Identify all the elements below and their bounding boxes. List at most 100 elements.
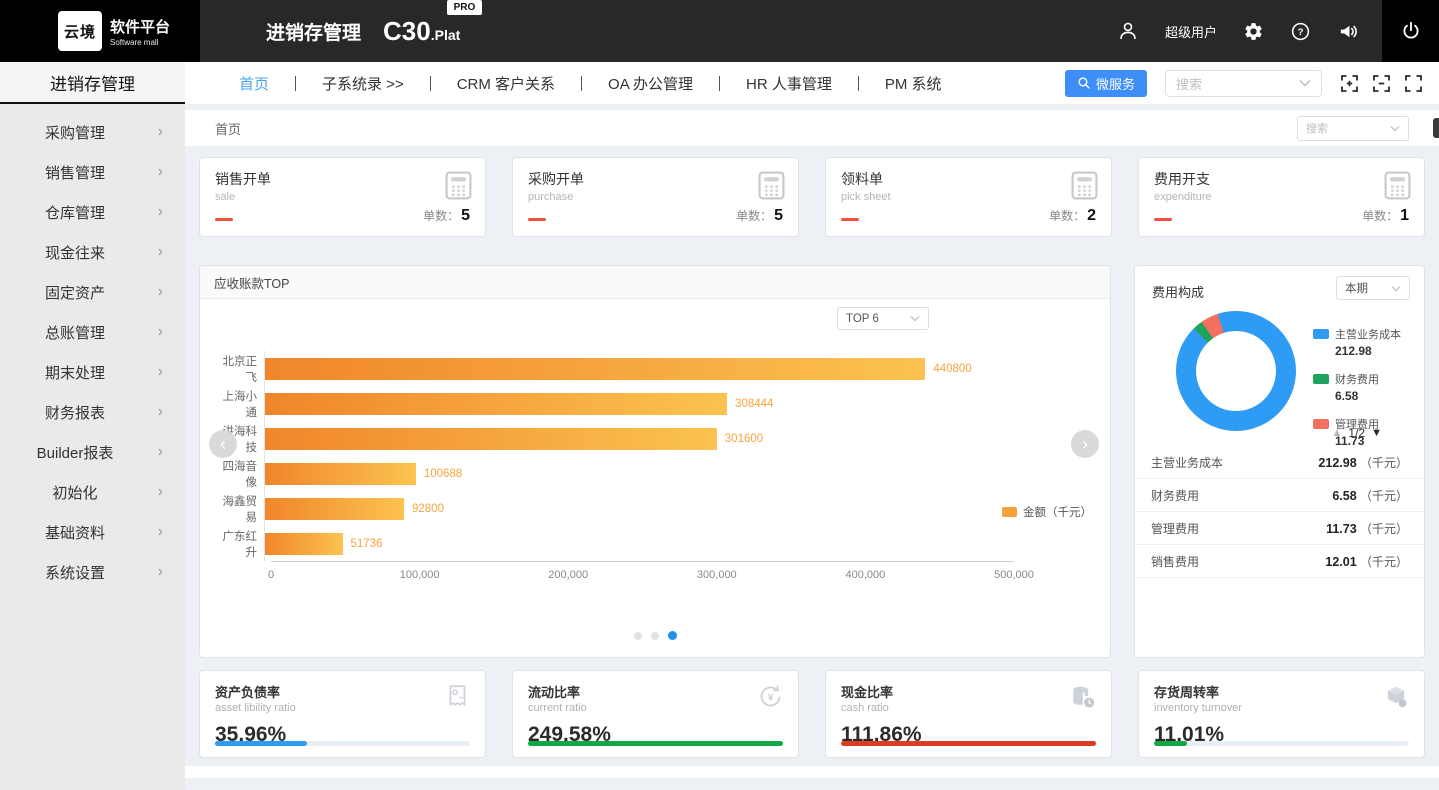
legend-color-chip — [1313, 329, 1329, 339]
footer-strip — [185, 766, 1439, 778]
sidebar-item-3[interactable]: 现金往来 › — [0, 232, 185, 272]
username[interactable]: 超级用户 — [1165, 22, 1217, 41]
sidebar-item-label: 总账管理 — [0, 322, 150, 343]
chevron-right-icon: › — [158, 244, 163, 260]
zoom-in-bracket-icon[interactable] — [1340, 74, 1359, 93]
expense-row: 财务费用6.58 （千元） — [1135, 479, 1424, 512]
ratio-card-title: 现金比率 — [841, 682, 1096, 701]
carousel-prev-button[interactable]: ‹ — [209, 430, 237, 458]
stat-card-2[interactable]: 领料单pick sheet单数：2 — [825, 157, 1112, 237]
expense-row-label: 管理费用 — [1151, 520, 1199, 537]
sidebar-title[interactable]: 进销存管理 — [0, 62, 185, 104]
fullscreen-bracket-icon[interactable] — [1404, 74, 1423, 93]
breadcrumb-title[interactable]: 首页 — [215, 119, 241, 138]
period-select[interactable]: 本期 — [1336, 276, 1410, 300]
expense-legend-item[interactable]: 主营业务成本212.98 — [1313, 326, 1401, 358]
bar[interactable] — [265, 428, 717, 450]
sidebar-item-6[interactable]: 期末处理› — [0, 352, 185, 392]
legend-pager: ▲ 1/2 ▼ — [1332, 426, 1382, 440]
bar[interactable] — [265, 533, 343, 555]
bar[interactable] — [265, 463, 416, 485]
carousel-next-button[interactable]: › — [1071, 430, 1099, 458]
x-tick-label: 100,000 — [400, 569, 440, 581]
sidebar-item-5[interactable]: 总账管理› — [0, 312, 185, 352]
progress-track — [528, 741, 783, 746]
ratio-card-2[interactable]: 现金比率cash ratio111.86% — [825, 670, 1112, 758]
legend-color-chip — [1313, 374, 1329, 384]
bar-row: 洪海科技301600 — [212, 421, 1014, 456]
product-name: C30 .Plat PRO — [383, 16, 460, 47]
bar[interactable] — [265, 393, 727, 415]
red-dash — [1154, 218, 1172, 221]
sidebar-item-7[interactable]: 财务报表 › — [0, 392, 185, 432]
expense-legend-item[interactable]: 财务费用6.58 — [1313, 371, 1401, 403]
carousel-dot-0[interactable] — [634, 632, 642, 640]
tab-0[interactable]: 首页 — [239, 73, 269, 94]
tab-1[interactable]: 子系统录 >> — [322, 73, 404, 94]
ratio-card-subtitle: cash ratio — [841, 702, 1096, 714]
logout-power-icon[interactable] — [1382, 0, 1439, 62]
sidebar-item-8[interactable]: Builder报表› — [0, 432, 185, 472]
microservice-button[interactable]: 微服务 — [1065, 70, 1147, 97]
pager-up-icon[interactable]: ▲ — [1332, 427, 1343, 439]
receipt-icon — [445, 683, 471, 709]
zoom-out-bracket-icon[interactable] — [1372, 74, 1391, 93]
logo: 云境 软件平台 Software mall — [0, 0, 200, 62]
stat-card-1[interactable]: 采购开单purchase单数：5 — [512, 157, 799, 237]
product-label: C30 — [383, 16, 431, 47]
carousel-dot-2[interactable] — [668, 631, 677, 640]
legend-value: 6.58 — [1335, 389, 1401, 403]
nav-search-select[interactable]: 搜索 — [1165, 70, 1322, 97]
chevron-right-icon: › — [158, 124, 163, 140]
progress-fill — [1154, 741, 1187, 746]
ratio-card-subtitle: current ratio — [528, 702, 783, 714]
tab-4[interactable]: HR 人事管理 — [746, 73, 832, 94]
sidebar-item-label: 现金往来 — [0, 242, 150, 263]
breadcrumb-search-select[interactable]: 搜索 — [1297, 116, 1409, 141]
sidebar-item-11[interactable]: 系统设置› — [0, 552, 185, 592]
calculator-icon — [758, 171, 785, 200]
sidebar-item-1[interactable]: 销售管理› — [0, 152, 185, 192]
bar-value-label: 440800 — [933, 363, 971, 375]
carousel-dot-1[interactable] — [651, 632, 659, 640]
pager-down-icon[interactable]: ▼ — [1371, 427, 1382, 439]
ratio-card-3[interactable]: 存货周转率inventory turnover11.01% — [1138, 670, 1425, 758]
sidebar-item-2[interactable]: 仓库管理› — [0, 192, 185, 232]
sidebar-item-10[interactable]: 基础资料› — [0, 512, 185, 552]
ratio-card-1[interactable]: 流动比率current ratio¥249.58% — [512, 670, 799, 758]
user-icon[interactable] — [1117, 20, 1139, 42]
product-suffix: .Plat — [431, 27, 461, 43]
stat-card-subtitle: expenditure — [1154, 191, 1409, 203]
sidebar-menu: 采购管理›销售管理›仓库管理›现金往来›固定资产›总账管理›期末处理›财务报表›… — [0, 104, 185, 790]
sidebar-item-label: 财务报表 — [0, 402, 150, 423]
announcement-speaker-icon[interactable] — [1337, 20, 1360, 43]
x-tick-label: 200,000 — [548, 569, 588, 581]
tab-separator — [295, 76, 296, 91]
bar-value-label: 301600 — [725, 433, 763, 445]
stat-cards-row: 销售开单sale单数：5 采购开单purchase单数：5 领料单pick shee… — [199, 157, 1425, 237]
bar[interactable] — [265, 358, 925, 380]
tab-5[interactable]: PM 系统 — [885, 73, 942, 94]
ratio-card-0[interactable]: 资产负债率asset libility ratio35.96% — [199, 670, 486, 758]
tab-3[interactable]: OA 办公管理 — [608, 73, 693, 94]
stat-card-0[interactable]: 销售开单sale单数：5 — [199, 157, 486, 237]
sidebar-item-0[interactable]: 采购管理› — [0, 112, 185, 152]
stat-card-3[interactable]: 费用开支expenditure单数：1 — [1138, 157, 1425, 237]
settings-gear-icon[interactable] — [1243, 21, 1264, 42]
help-icon[interactable]: ? — [1290, 21, 1311, 42]
search-magnifier-icon — [1077, 76, 1091, 90]
chevron-right-icon: › — [158, 204, 163, 220]
logo-subtitle: Software mall — [110, 38, 170, 47]
bar[interactable] — [265, 498, 404, 520]
progress-track — [841, 741, 1096, 746]
sidebar-item-label: 初始化 — [0, 482, 150, 503]
tab-2[interactable]: CRM 客户关系 — [457, 73, 555, 94]
chevron-right-icon: › — [158, 564, 163, 580]
legend-label: 主营业务成本 — [1335, 326, 1401, 342]
chevron-right-icon: › — [158, 404, 163, 420]
top-n-select[interactable]: TOP 6 — [837, 307, 929, 330]
sidebar-item-4[interactable]: 固定资产› — [0, 272, 185, 312]
tab-separator — [581, 76, 582, 91]
nav-tabs: 首页 子系统录 >> CRM 客户关系 OA 办公管理 HR 人事管理 PM 系统 — [213, 73, 968, 94]
sidebar-item-9[interactable]: 初始化› — [0, 472, 185, 512]
